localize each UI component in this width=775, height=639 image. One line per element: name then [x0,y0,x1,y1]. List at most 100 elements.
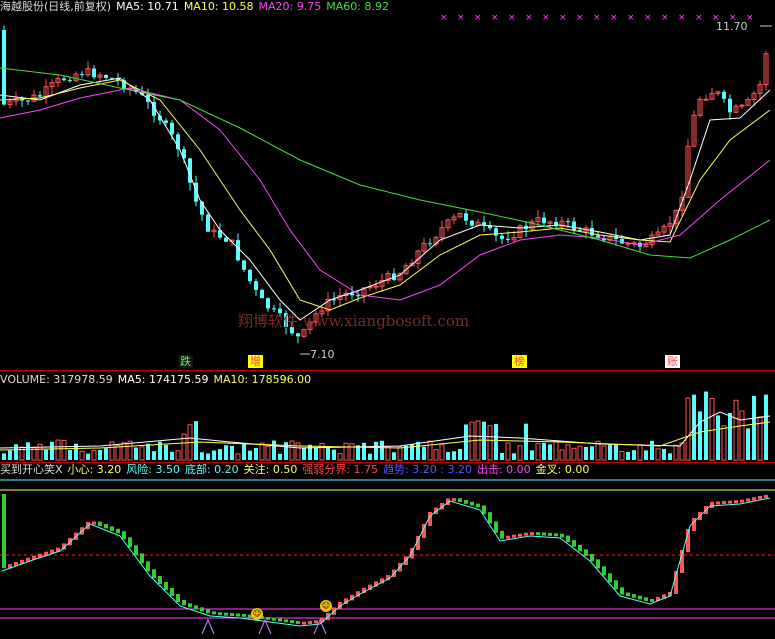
volume-bar [194,421,198,460]
volume-bar [368,453,372,460]
candle-body [728,98,732,113]
candle-body [566,221,570,223]
volume-bar [152,451,156,460]
indicator-bar [596,559,600,569]
guanzhu-value: 关注: 0.50 [243,463,298,476]
indicator-bar [542,532,546,536]
volume-bar [181,433,187,461]
indicator-bar [626,592,630,597]
indicator-bar [722,501,726,505]
indicator-bar [272,617,276,621]
indicator-bar [620,587,624,595]
indicator-bar [146,561,150,572]
volume-bar [619,450,625,461]
indicator-bar [500,530,504,539]
volume-bar [427,440,433,461]
candle-body [428,243,432,245]
volume-bar [230,445,234,460]
volume-bar [349,443,355,461]
indicator-bar [716,501,720,505]
indicator-bar [476,503,480,508]
candle-body [542,217,546,224]
indicator-bar [194,605,198,610]
volume-bar [644,450,648,460]
event-marker-2[interactable]: 增 [248,355,263,368]
candle-body [80,74,84,76]
jincha-value: 金叉: 0.00 [535,463,590,476]
event-marker-4[interactable]: 账 [665,355,680,368]
volume-bar [104,448,108,460]
indicator-bar [116,528,120,534]
candle-body [62,78,66,81]
volume-bar [314,447,318,460]
volume-bar [308,444,312,460]
volume-bar [115,445,121,461]
indicator-bar [236,613,240,617]
indicator-bar [170,588,174,596]
volume-bar [571,447,577,461]
indicator-bar [206,609,210,614]
indicator-bar [644,597,648,601]
volume-bar [248,450,252,460]
signal-cross: × [491,13,499,23]
indicator-bar [734,500,738,504]
indicator-bar [710,501,714,508]
volume-bar [673,444,679,461]
ma60-value: MA60: 8.92 [326,0,389,13]
volume-bar [337,453,343,461]
candle-body [254,281,258,290]
panel-separator [0,370,775,371]
volume-chart-panel[interactable]: VOLUME: 317978.59 MA5: 174175.59 MA10: 178… [0,372,775,462]
candle-body [506,238,510,240]
smile-face-icon: ☺ [251,608,263,620]
event-marker-1[interactable]: 跌 [178,355,193,368]
volume-bar [733,399,739,461]
indicator-bar [506,535,510,539]
volume-bar [289,440,295,461]
volume-bar [164,444,168,460]
indicator-bar [314,620,318,624]
xiaoxin-value: 小心: 3.20 [67,463,122,476]
volume-bar [14,444,18,460]
volume-bar [284,442,288,460]
indicator-bar [740,499,744,503]
indicator-bar [746,498,750,502]
volume-bar [464,424,468,460]
indicator-bar [224,612,228,616]
signal-cross: × [593,13,601,23]
volume-bar [608,444,612,460]
volume-bar [235,453,241,461]
volume-bar [121,442,127,461]
indicator-bar [452,498,456,502]
indicator-bar [536,532,540,536]
indicator-bar [188,603,192,608]
candle-body [2,30,6,105]
signal-cross: × [474,13,482,23]
event-marker-3[interactable]: 榜 [512,355,527,368]
volume-bar [385,446,391,461]
volume-header: VOLUME: 317978.59 MA5: 174175.59 MA10: 178… [0,373,316,387]
volume-bar [601,445,607,461]
indicator-line [1,497,771,627]
volume-bar [139,446,145,461]
volume-bar [91,449,97,461]
candle-body [296,333,300,337]
volume-bar [380,440,384,460]
ma60-line [0,67,771,259]
volume-bar [224,445,228,460]
price-chart-panel[interactable]: 海越股份(日线,前复权) MA5: 10.71 MA10: 10.58 MA20: 9… [0,0,775,368]
indicator-chart-panel[interactable]: 买到开心笑X 小心: 3.20 风险: 3.50 底部: 0.20 关注: 0.50 强弱… [0,462,775,639]
indicator-bar [764,494,768,498]
volume-bar [728,413,732,460]
volume-bar [584,446,588,460]
candle-body [26,100,30,102]
volume-bar [272,440,276,460]
candle-body [464,213,468,221]
volume-bar [416,441,420,460]
indicator-bar [140,553,144,564]
indicator-bar [290,620,294,624]
fengxian-value: 风险: 3.50 [126,463,180,476]
indicator-chart[interactable] [0,462,775,639]
indicator-bar [128,537,132,548]
volume-bar [265,445,271,461]
